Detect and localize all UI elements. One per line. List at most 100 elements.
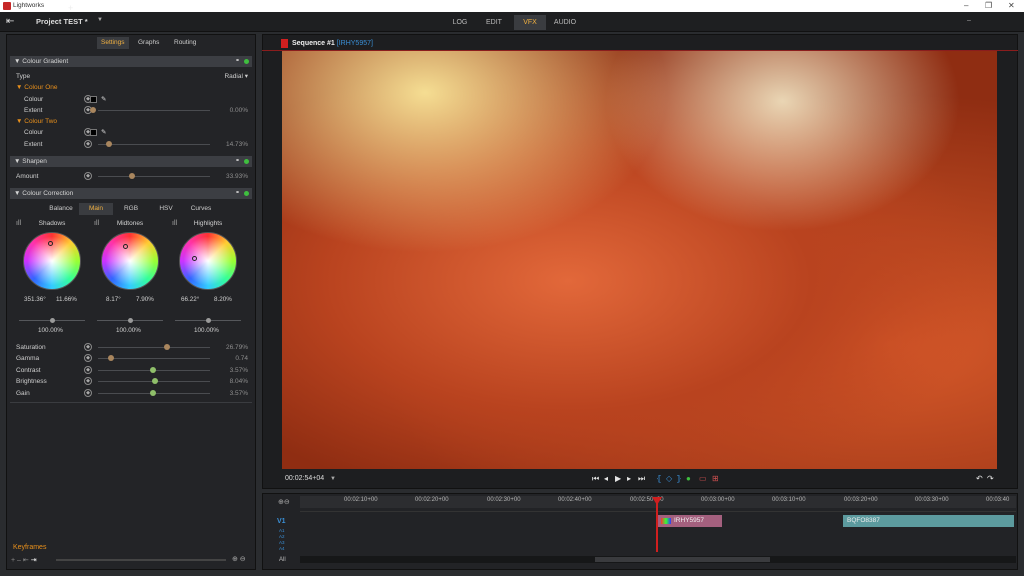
keyframe-scrollbar[interactable] <box>56 559 226 561</box>
keyframe-icon[interactable]: ◆ <box>84 389 92 397</box>
timeline-clip[interactable]: IRHY5957 <box>658 515 722 527</box>
keyframe-icon[interactable]: ◆ <box>84 377 92 385</box>
grid-icon[interactable]: ⊞ <box>712 474 719 483</box>
link-icon[interactable]: ⚭ <box>235 56 240 67</box>
histogram-icon[interactable]: ıll <box>172 220 177 227</box>
prev-keyframe-icon[interactable]: ⇤ <box>23 557 29 564</box>
project-dropdown-icon[interactable]: ▼ <box>97 17 103 23</box>
tab-main[interactable]: Main <box>79 203 113 215</box>
enabled-indicator[interactable] <box>244 159 249 164</box>
undo-icon[interactable]: ↶ <box>976 474 983 483</box>
contrast-value[interactable]: 3.57% <box>230 365 248 376</box>
overlay-icon[interactable]: ▭ <box>699 474 707 483</box>
colour-two-group[interactable]: ▼ Colour Two <box>10 116 252 127</box>
slider-knob[interactable] <box>152 378 158 384</box>
exit-icon[interactable]: ⇤ <box>6 16 14 27</box>
colour-swatch[interactable] <box>90 129 97 136</box>
tab-log[interactable]: LOG <box>444 15 476 30</box>
tab-balance[interactable]: Balance <box>44 203 78 215</box>
tab-curves[interactable]: Curves <box>184 203 218 215</box>
amount-value[interactable]: 33.93% <box>226 171 248 182</box>
go-to-end-icon[interactable]: ⏭ <box>638 474 645 484</box>
zoom-icons[interactable]: ⊕ ⊖ <box>232 555 246 563</box>
scrollbar-thumb[interactable] <box>595 557 770 562</box>
add-keyframe-icon[interactable]: + <box>11 557 15 564</box>
step-forward-icon[interactable]: ▸ <box>627 474 631 483</box>
highlights-wheel[interactable] <box>179 232 237 290</box>
wheel-marker[interactable] <box>123 244 128 249</box>
playhead[interactable] <box>656 500 658 552</box>
tab-vfx[interactable]: VFX <box>514 15 546 30</box>
tab-audio[interactable]: AUDIO <box>549 15 581 30</box>
wheel-marker[interactable] <box>192 256 197 261</box>
restore-icon[interactable]: ❐ <box>985 1 992 10</box>
remove-keyframe-icon[interactable]: – <box>17 557 21 564</box>
link-icon[interactable]: ⚭ <box>235 188 240 199</box>
extent-slider[interactable] <box>98 144 210 145</box>
timecode-dropdown-icon[interactable]: ▼ <box>330 476 336 482</box>
wheel-marker[interactable] <box>48 241 53 246</box>
viewer-timecode[interactable]: 00:02:54+04 <box>285 475 324 482</box>
marker-icon[interactable]: ● <box>686 474 691 483</box>
sharpen-header[interactable]: ▼ Sharpen ⚭ <box>10 156 252 167</box>
project-title[interactable]: Project TEST * <box>36 17 88 26</box>
slider-knob[interactable] <box>164 344 170 350</box>
tab-settings[interactable]: Settings <box>97 37 129 49</box>
slider-knob[interactable] <box>50 318 55 323</box>
mark-out-icon[interactable]: ⦄ <box>676 474 682 483</box>
gamma-value[interactable]: 0.74 <box>235 353 248 364</box>
track-a3[interactable]: A3 <box>279 540 285 545</box>
colour-correction-header[interactable]: ▼ Colour Correction ⚭ <box>10 188 252 199</box>
video-frame[interactable] <box>282 51 997 469</box>
shadows-wheel[interactable] <box>23 232 81 290</box>
slider-knob[interactable] <box>90 107 96 113</box>
mark-icon[interactable]: ◇ <box>666 474 672 483</box>
midtones-wheel[interactable] <box>101 232 159 290</box>
slider-knob[interactable] <box>206 318 211 323</box>
colour-one-group[interactable]: ▼ Colour One <box>10 82 252 93</box>
keyframe-icon[interactable]: ◆ <box>84 172 92 180</box>
enabled-indicator[interactable] <box>244 191 249 196</box>
slider-knob[interactable] <box>106 141 112 147</box>
amount-slider[interactable] <box>98 176 210 177</box>
tab-edit[interactable]: EDIT <box>478 15 510 30</box>
type-select[interactable]: Radial ▾ <box>224 71 248 82</box>
tab-routing[interactable]: Routing <box>170 37 200 49</box>
slider-knob[interactable] <box>129 173 135 179</box>
tab-rgb[interactable]: RGB <box>114 203 148 215</box>
close-icon[interactable]: ✕ <box>1008 1 1015 10</box>
timeline-zoom-icons[interactable]: ⊕⊖ <box>278 498 290 506</box>
slider-knob[interactable] <box>128 318 133 323</box>
histogram-icon[interactable]: ıll <box>94 220 99 227</box>
brightness-value[interactable]: 8.04% <box>230 376 248 387</box>
panel-minimize-icon[interactable]: – <box>967 17 971 24</box>
slider-knob[interactable] <box>108 355 114 361</box>
add-effect-button[interactable]: + <box>68 3 73 13</box>
colour-gradient-header[interactable]: ▼ Colour Gradient ⚭ <box>10 56 252 67</box>
keyframe-icon[interactable]: ◆ <box>84 354 92 362</box>
histogram-icon[interactable]: ıll <box>16 220 21 227</box>
saturation-value[interactable]: 26.79% <box>226 342 248 353</box>
slider-knob[interactable] <box>150 367 156 373</box>
keyframe-icon[interactable]: ◆ <box>84 343 92 351</box>
saturation-slider[interactable] <box>98 347 210 348</box>
keyframe-icon[interactable]: ◆ <box>84 366 92 374</box>
gain-value[interactable]: 3.57% <box>230 388 248 399</box>
redo-icon[interactable]: ↷ <box>987 474 994 483</box>
play-icon[interactable]: ▶ <box>615 474 621 483</box>
eyedropper-icon[interactable]: ✎ <box>101 94 106 105</box>
gamma-slider[interactable] <box>98 358 210 359</box>
eyedropper-icon[interactable]: ✎ <box>101 127 106 138</box>
extent-slider[interactable] <box>98 110 210 111</box>
enabled-indicator[interactable] <box>244 59 249 64</box>
go-to-start-icon[interactable]: ⏮ <box>592 474 599 484</box>
minimize-icon[interactable]: – <box>964 1 968 10</box>
keyframe-icon[interactable]: ◆ <box>84 140 92 148</box>
track-a1[interactable]: A1 <box>279 528 285 533</box>
extent-value[interactable]: 14.73% <box>226 139 248 150</box>
all-tracks-toggle[interactable]: All <box>279 557 286 563</box>
step-back-icon[interactable]: ◂ <box>604 474 608 483</box>
tab-hsv[interactable]: HSV <box>149 203 183 215</box>
track-a4[interactable]: A4 <box>279 546 285 551</box>
mark-in-icon[interactable]: ⦃ <box>656 474 662 483</box>
